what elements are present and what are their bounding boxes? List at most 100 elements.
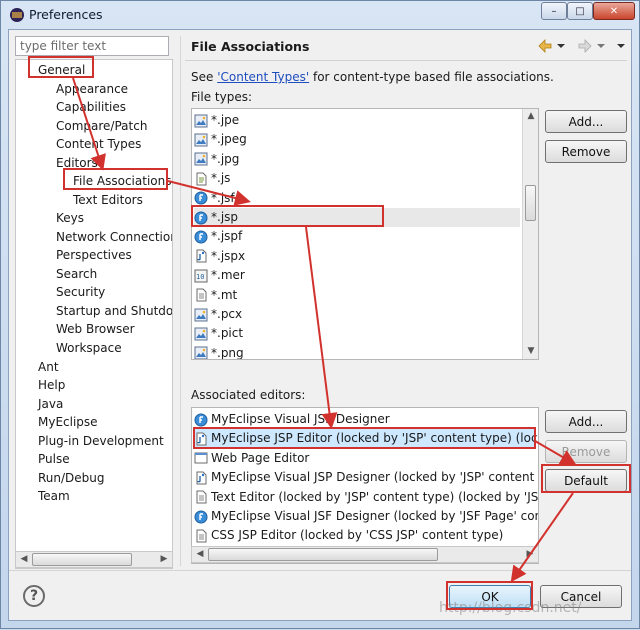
tree-item-search[interactable]: Search	[56, 265, 97, 283]
editor-row[interactable]: Web Page Editor	[194, 449, 309, 468]
editor-name: MyEclipse Visual JSP Designer (locked by…	[211, 470, 539, 485]
file-type-row[interactable]: *.pict	[194, 324, 243, 343]
jsp-file-icon	[196, 471, 207, 485]
scroll-down-icon[interactable]: ▼	[523, 344, 538, 359]
window-title: Preferences	[29, 7, 103, 22]
scroll-right-icon[interactable]: ▶	[156, 552, 172, 567]
tree-horizontal-scrollbar[interactable]: ◀ ▶	[15, 551, 173, 568]
tree-item-file-associations[interactable]: File Associations	[73, 172, 171, 190]
image-file-icon	[194, 114, 208, 127]
tree-item-pulse[interactable]: Pulse	[38, 450, 70, 468]
file-type-row[interactable]: *.png	[194, 344, 244, 359]
image-file-icon	[194, 133, 208, 147]
sash-divider[interactable]	[180, 36, 181, 566]
maximize-icon: □	[575, 5, 585, 17]
maximize-button[interactable]: □	[567, 2, 593, 20]
image-file-icon	[194, 308, 208, 321]
editor-row[interactable]: MyEclipse Visual JSF Designer	[194, 410, 390, 429]
dialog-client-area: type filter text General Appearance Capa…	[8, 29, 632, 621]
jsf-file-icon	[194, 211, 208, 224]
scroll-right-icon[interactable]: ▶	[522, 547, 538, 562]
editor-row[interactable]: Text Editor (locked by 'JSP' content typ…	[194, 488, 538, 507]
tree-item-capabilities[interactable]: Capabilities	[56, 98, 126, 116]
help-icon[interactable]: ?	[23, 585, 45, 607]
back-menu-chevron-icon[interactable]	[557, 44, 565, 48]
tree-item-help[interactable]: Help	[38, 376, 65, 394]
editor-row[interactable]: MyEclipse Visual JSF Designer (locked by…	[194, 507, 538, 526]
forward-arrow-icon[interactable]	[578, 39, 592, 53]
image-file-icon	[194, 152, 208, 166]
text-file-icon	[196, 529, 207, 543]
jsf-file-icon	[194, 230, 208, 244]
tree-item-editors[interactable]: Editors	[56, 154, 98, 172]
tree-item-general[interactable]: General	[38, 61, 85, 79]
tree-item-compare-patch[interactable]: Compare/Patch	[56, 117, 147, 135]
tree-item-myeclipse[interactable]: MyEclipse	[38, 413, 98, 431]
tree-item-text-editors[interactable]: Text Editors	[73, 191, 143, 209]
file-type-row[interactable]: *.jpg	[194, 150, 239, 169]
tree-item-content-types[interactable]: Content Types	[56, 135, 141, 153]
view-menu-chevron-icon[interactable]	[617, 44, 625, 48]
scroll-left-icon[interactable]: ◀	[16, 552, 32, 567]
tree-item-perspectives[interactable]: Perspectives	[56, 246, 132, 264]
add-editor-button[interactable]: Add...	[545, 410, 627, 433]
scroll-thumb[interactable]	[525, 185, 536, 221]
associated-editors-list[interactable]: MyEclipse Visual JSF Designer MyEclipse J…	[191, 407, 539, 564]
file-type-row[interactable]: *.jpeg	[194, 130, 247, 149]
file-types-vertical-scrollbar[interactable]: ▲ ▼	[522, 109, 538, 359]
content-types-link[interactable]: 'Content Types'	[217, 70, 309, 84]
preferences-window: Preferences – □ ✕ type filter text Gener…	[0, 0, 640, 629]
file-type-name: *.mt	[211, 287, 238, 302]
close-button[interactable]: ✕	[593, 2, 635, 20]
file-type-row[interactable]: *.jsf	[194, 189, 235, 208]
file-type-name: *.jsf	[211, 190, 235, 205]
text-file-icon	[196, 490, 207, 504]
editors-horizontal-scrollbar[interactable]: ◀ ▶	[191, 546, 539, 563]
file-type-name: *.jspx	[211, 248, 246, 263]
editor-name: MyEclipse Visual JSF Designer	[211, 412, 390, 426]
file-type-row[interactable]: 10 *.mer	[194, 266, 245, 285]
tree-item-workspace[interactable]: Workspace	[56, 339, 122, 357]
hint-suffix: for content-type based file associations…	[309, 70, 554, 84]
file-type-row[interactable]: *.js	[194, 169, 230, 188]
tree-item-startup-shutdown[interactable]: Startup and Shutdown	[56, 302, 172, 320]
editor-row[interactable]: CSS JSP Editor (locked by 'CSS JSP' cont…	[194, 526, 503, 545]
file-type-name: *.jspf	[211, 229, 243, 244]
add-file-type-button[interactable]: Add...	[545, 110, 627, 133]
back-arrow-icon[interactable]	[538, 39, 552, 53]
file-type-name: *.jpeg	[211, 132, 247, 147]
tree-item-keys[interactable]: Keys	[56, 209, 84, 227]
filter-input[interactable]: type filter text	[15, 36, 169, 56]
tree-item-java[interactable]: Java	[38, 395, 63, 413]
file-type-row[interactable]: *.pcx	[194, 305, 242, 324]
editor-row[interactable]: MyEclipse JSP Editor (locked by 'JSP' co…	[194, 429, 538, 449]
scroll-thumb[interactable]	[32, 553, 132, 566]
editor-row[interactable]: MyEclipse Visual JSP Designer (locked by…	[194, 468, 539, 487]
content-types-hint: See 'Content Types' for content-type bas…	[191, 70, 554, 84]
tree-item-network-connections[interactable]: Network Connections	[56, 228, 172, 246]
scroll-left-icon[interactable]: ◀	[192, 547, 208, 562]
tree-item-run-debug[interactable]: Run/Debug	[38, 469, 105, 487]
scroll-up-icon[interactable]: ▲	[523, 109, 538, 124]
file-type-row[interactable]: *.jspf	[194, 227, 242, 246]
file-type-row[interactable]: *.mt	[194, 286, 237, 305]
default-editor-button[interactable]: Default	[545, 469, 627, 492]
scroll-thumb[interactable]	[208, 548, 438, 561]
tree-item-team[interactable]: Team	[38, 487, 70, 505]
tree-item-ant[interactable]: Ant	[38, 358, 59, 376]
tree-item-security[interactable]: Security	[56, 283, 105, 301]
text-file-icon	[196, 288, 207, 302]
file-type-row[interactable]: *.jspx	[194, 247, 245, 266]
forward-menu-chevron-icon[interactable]	[597, 44, 605, 48]
tree-item-appearance[interactable]: Appearance	[56, 80, 128, 98]
file-type-row[interactable]: *.jpe	[194, 111, 239, 130]
remove-file-type-button[interactable]: Remove	[545, 140, 627, 163]
file-type-row[interactable]: *.jsp	[194, 208, 520, 227]
svg-text:10: 10	[196, 273, 204, 281]
minimize-button[interactable]: –	[541, 2, 567, 20]
tree-item-plugin-development[interactable]: Plug-in Development	[38, 432, 164, 450]
file-types-list[interactable]: *.jpe *.jpeg *.jpg *.js *.jsf *.jsp *.jspf *.js…	[191, 108, 539, 360]
remove-editor-button[interactable]: Remove	[545, 440, 627, 463]
jsp-file-icon	[196, 249, 207, 263]
tree-item-web-browser[interactable]: Web Browser	[56, 320, 135, 338]
